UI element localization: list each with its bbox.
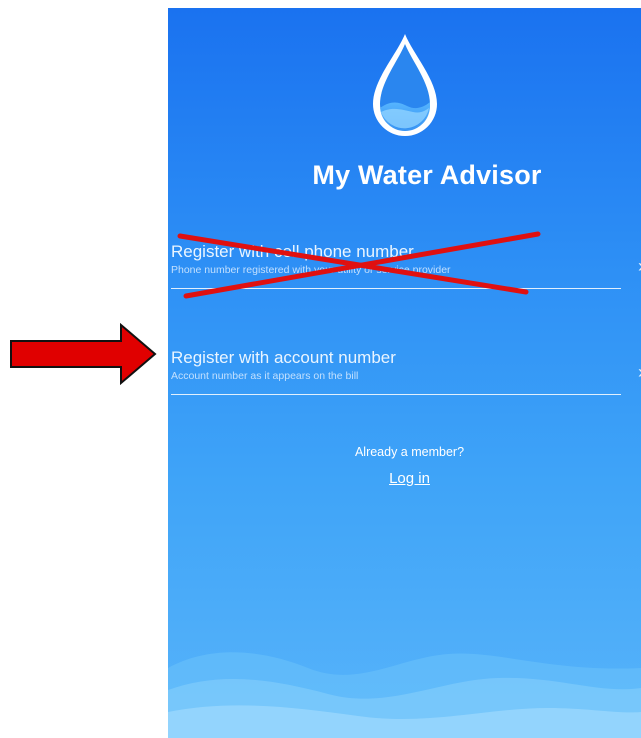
register-account-number-option[interactable]: Register with account number Account num… [171,348,641,396]
login-link[interactable]: Log in [168,470,641,487]
app-screen: My Water Advisor Register with cell phon… [168,8,641,738]
wave-decoration [168,652,641,738]
option-subtitle: Account number as it appears on the bill [171,370,359,382]
red-arrow-annotation [10,323,157,385]
app-title: My Water Advisor [312,160,542,190]
strike-out-cross [177,231,541,299]
option-divider [171,394,621,395]
option-title: Register with account number [171,348,396,367]
water-drop-icon [367,28,443,144]
already-member-text: Already a member? [354,445,465,459]
